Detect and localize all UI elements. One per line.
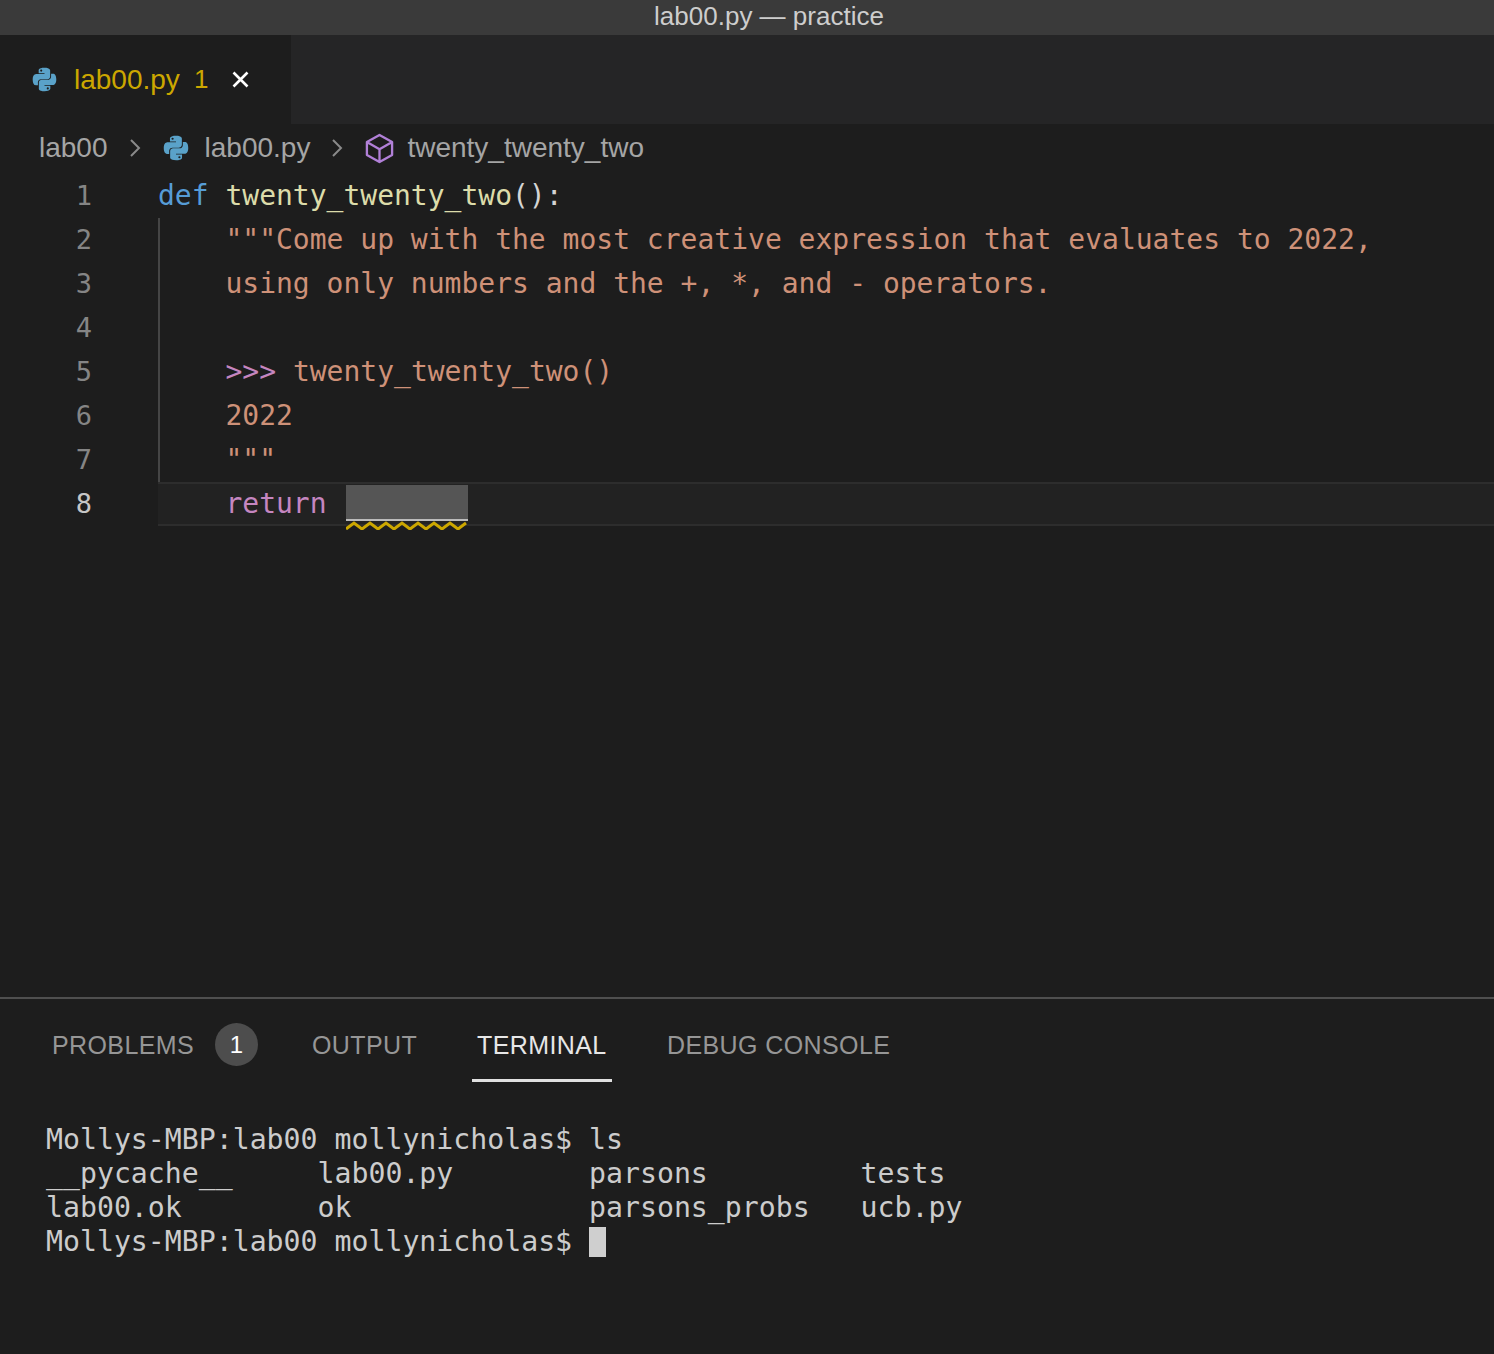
code-text: def twenty_twenty_two(): xyxy=(158,174,563,218)
line-number: 1 xyxy=(0,174,92,218)
window-title: lab00.py — practice xyxy=(654,1,884,31)
terminal-line: Mollys-MBP:lab00 mollynicholas$ ls xyxy=(46,1123,962,1157)
bottom-panel: PROBLEMS 1 OUTPUT TERMINAL DEBUG CONSOLE… xyxy=(0,997,1494,1354)
line-number: 3 xyxy=(0,262,92,306)
close-icon[interactable] xyxy=(227,66,254,93)
code-text: return xyxy=(158,482,468,526)
breadcrumb-symbol[interactable]: twenty_twenty_two xyxy=(407,132,644,164)
code-text: """Come up with the most creative expres… xyxy=(158,218,1372,262)
line-number: 2 xyxy=(0,218,92,262)
line-number: 6 xyxy=(0,394,92,438)
code-line-4[interactable]: 4 xyxy=(0,306,1494,350)
breadcrumb-file[interactable]: lab00.py xyxy=(205,132,311,164)
tab-lab00py[interactable]: lab00.py 1 xyxy=(0,35,291,124)
tab-bar: lab00.py 1 xyxy=(0,35,1494,124)
line-number: 4 xyxy=(0,306,92,350)
code-text: """ xyxy=(158,438,276,482)
code-line-3[interactable]: 3 using only numbers and the +, *, and -… xyxy=(0,262,1494,306)
terminal-line: Mollys-MBP:lab00 mollynicholas$ xyxy=(46,1225,962,1259)
code-text: >>> twenty_twenty_two() xyxy=(158,350,613,394)
panel-tab-bar: PROBLEMS 1 OUTPUT TERMINAL DEBUG CONSOLE xyxy=(0,1024,1494,1066)
breadcrumb: lab00 lab00.py twenty_twenty_two xyxy=(0,124,1494,172)
line-number: 7 xyxy=(0,438,92,482)
terminal-line: lab00.ok ok parsons_probs ucb.py xyxy=(46,1191,962,1225)
code-line-8[interactable]: 8 return xyxy=(0,482,1494,526)
code-line-5[interactable]: 5 >>> twenty_twenty_two() xyxy=(0,350,1494,394)
tab-terminal[interactable]: TERMINAL xyxy=(477,1024,607,1066)
problems-count-badge: 1 xyxy=(215,1023,258,1066)
code-line-2[interactable]: 2 """Come up with the most creative expr… xyxy=(0,218,1494,262)
chevron-right-icon xyxy=(328,136,346,160)
code-text: using only numbers and the +, *, and - o… xyxy=(158,262,1051,306)
active-tab-underline xyxy=(472,1079,612,1082)
tab-output[interactable]: OUTPUT xyxy=(312,1024,417,1066)
terminal-cursor xyxy=(589,1227,606,1257)
python-icon xyxy=(31,66,58,93)
tab-problem-count: 1 xyxy=(194,64,208,95)
line-number: 8 xyxy=(0,482,92,526)
selected-placeholder[interactable] xyxy=(346,485,468,519)
code-line-1[interactable]: 1 def twenty_twenty_two(): xyxy=(0,174,1494,218)
symbol-cube-icon xyxy=(364,133,395,164)
python-icon xyxy=(162,134,190,162)
tab-file-name: lab00.py xyxy=(74,64,180,96)
tab-problems[interactable]: PROBLEMS xyxy=(52,1024,194,1066)
code-editor[interactable]: 1def twenty_twenty_two():2 """Come up wi… xyxy=(0,174,1494,997)
warning-squiggle xyxy=(346,521,468,530)
line-number: 5 xyxy=(0,350,92,394)
terminal-line: __pycache__ lab00.py parsons tests xyxy=(46,1157,962,1191)
vscode-window: lab00.py — practice lab00.py 1 lab00 lab… xyxy=(0,0,1494,1354)
breadcrumb-folder[interactable]: lab00 xyxy=(39,132,108,164)
tab-debug-console[interactable]: DEBUG CONSOLE xyxy=(667,1024,890,1066)
title-bar[interactable]: lab00.py — practice xyxy=(0,0,1494,35)
terminal-output[interactable]: Mollys-MBP:lab00 mollynicholas$ ls __pyc… xyxy=(46,1123,962,1259)
code-line-6[interactable]: 6 2022 xyxy=(0,394,1494,438)
code-line-7[interactable]: 7 """ xyxy=(0,438,1494,482)
code-text: 2022 xyxy=(158,394,293,438)
chevron-right-icon xyxy=(126,136,144,160)
